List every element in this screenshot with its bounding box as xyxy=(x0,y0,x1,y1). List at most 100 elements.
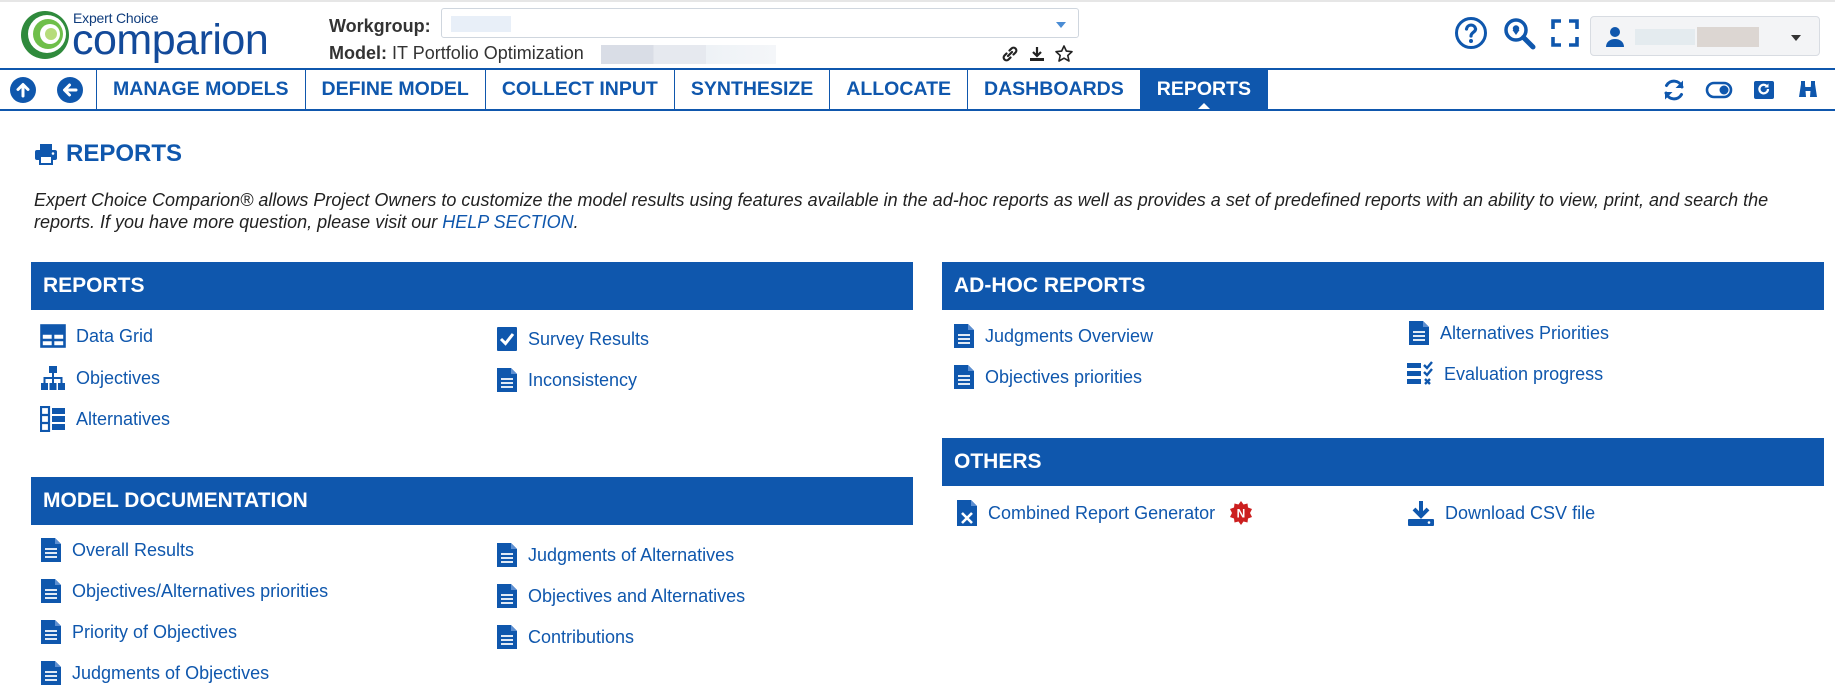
report-inconsistency-label: Inconsistency xyxy=(528,369,638,390)
model-doc-section-header: MODEL DOCUMENTATION xyxy=(31,477,913,525)
document-icon xyxy=(41,538,61,562)
doc-obj-and-alt[interactable]: Objectives and Alternatives xyxy=(496,583,745,609)
others-section-header: OTHERS xyxy=(942,438,1824,486)
reports-section-header: REPORTS xyxy=(31,262,913,310)
model-label-row: Model: IT Portfolio Optimization xyxy=(329,43,584,64)
comparion-logo[interactable]: Expert Choice comparion xyxy=(18,6,269,66)
document-icon xyxy=(41,620,61,644)
new-badge-icon: N xyxy=(1230,501,1253,525)
hierarchy-icon xyxy=(41,366,65,390)
binoculars-icon[interactable] xyxy=(1795,77,1821,103)
nav-tools xyxy=(1661,77,1821,103)
report-data-grid[interactable]: Data Grid xyxy=(40,324,153,348)
tab-synthesize[interactable]: SYNTHESIZE xyxy=(675,70,831,109)
document-icon xyxy=(954,324,974,348)
logo-wordmark: comparion xyxy=(72,16,269,64)
user-avatar-redacted xyxy=(1697,27,1759,47)
chevron-down-icon xyxy=(1791,35,1801,41)
report-survey-results-label: Survey Results xyxy=(528,328,650,349)
arrow-left-icon xyxy=(63,83,78,97)
help-section-link[interactable]: HELP SECTION xyxy=(442,212,573,232)
user-menu[interactable] xyxy=(1590,16,1820,56)
report-objectives-label: Objectives xyxy=(76,367,161,388)
intro-end: . xyxy=(573,212,579,232)
report-inconsistency[interactable]: Inconsistency xyxy=(496,367,637,393)
doc-obj-alt-priorities[interactable]: Objectives/Alternatives priorities xyxy=(40,578,328,604)
workgroup-value-redacted xyxy=(451,16,511,32)
tab-allocate[interactable]: ALLOCATE xyxy=(830,70,968,109)
screen-refresh-icon[interactable] xyxy=(1751,77,1777,103)
fullscreen-icon[interactable] xyxy=(1550,18,1580,48)
doc-judgments-objectives[interactable]: Judgments of Objectives xyxy=(40,660,269,686)
page-title-text: REPORTS xyxy=(66,140,183,167)
tab-reports[interactable]: REPORTS xyxy=(1140,70,1269,109)
document-icon xyxy=(41,661,61,685)
tab-dashboards[interactable]: DASHBOARDS xyxy=(968,70,1141,109)
adhoc-section-header: AD-HOC REPORTS xyxy=(942,262,1824,310)
help-icon[interactable] xyxy=(1454,16,1488,50)
workgroup-label: Workgroup: xyxy=(329,16,431,36)
doc-priority-objectives[interactable]: Priority of Objectives xyxy=(40,619,237,645)
logo-ring-icon xyxy=(21,11,69,59)
search-location-icon[interactable] xyxy=(1502,16,1536,50)
document-icon xyxy=(497,584,517,608)
document-icon xyxy=(954,365,974,389)
doc-overall-results[interactable]: Overall Results xyxy=(40,537,194,563)
doc-obj-alt-priorities-label: Objectives/Alternatives priorities xyxy=(72,580,329,601)
header-tools xyxy=(1454,16,1580,50)
doc-judgments-objectives-label: Judgments of Objectives xyxy=(72,662,270,683)
model-extra-redacted xyxy=(601,45,776,64)
others-download-csv-label: Download CSV file xyxy=(1445,502,1596,523)
excel-document-icon xyxy=(957,500,977,526)
adhoc-objectives-priorities[interactable]: Objectives priorities xyxy=(953,364,1142,390)
adhoc-alternatives-priorities-label: Alternatives Priorities xyxy=(1440,322,1610,343)
print-icon xyxy=(35,144,57,165)
nav-back-button[interactable] xyxy=(57,77,83,103)
document-icon xyxy=(497,543,517,567)
doc-priority-objectives-label: Priority of Objectives xyxy=(72,621,238,642)
tab-collect-input[interactable]: COLLECT INPUT xyxy=(486,70,675,109)
star-icon[interactable] xyxy=(1054,44,1074,64)
report-alternatives[interactable]: Alternatives xyxy=(40,406,170,432)
doc-obj-and-alt-label: Objectives and Alternatives xyxy=(528,585,746,606)
document-icon xyxy=(1409,321,1429,345)
model-name: IT Portfolio Optimization xyxy=(392,43,584,63)
grid-icon xyxy=(40,324,66,348)
link-icon[interactable] xyxy=(1000,44,1020,64)
top-header: Expert Choice comparion Workgroup: Model… xyxy=(0,0,1835,68)
toggle-icon[interactable] xyxy=(1705,77,1733,103)
others-download-csv[interactable]: Download CSV file xyxy=(1407,499,1595,527)
report-objectives[interactable]: Objectives xyxy=(40,365,160,391)
document-icon xyxy=(497,625,517,649)
report-survey-results[interactable]: Survey Results xyxy=(496,326,649,352)
doc-contributions[interactable]: Contributions xyxy=(496,624,634,650)
adhoc-evaluation-progress[interactable]: Evaluation progress xyxy=(1406,361,1603,387)
doc-judgments-alternatives[interactable]: Judgments of Alternatives xyxy=(496,542,734,568)
nav-tabs: MANAGE MODELS DEFINE MODEL COLLECT INPUT… xyxy=(96,70,1269,109)
tab-define-model[interactable]: DEFINE MODEL xyxy=(306,70,486,109)
workgroup-select[interactable] xyxy=(441,8,1079,38)
adhoc-evaluation-progress-label: Evaluation progress xyxy=(1444,363,1604,384)
chevron-down-icon xyxy=(1056,22,1066,28)
doc-overall-results-label: Overall Results xyxy=(72,539,195,560)
refresh-icon[interactable] xyxy=(1661,77,1687,103)
adhoc-judgments-overview[interactable]: Judgments Overview xyxy=(953,323,1153,349)
document-icon xyxy=(41,579,61,603)
page-title: REPORTS xyxy=(34,140,182,168)
main-nav: MANAGE MODELS DEFINE MODEL COLLECT INPUT… xyxy=(0,68,1835,111)
arrow-up-icon xyxy=(16,83,30,98)
intro-body: Expert Choice Comparion® allows Project … xyxy=(34,190,1769,232)
adhoc-objectives-priorities-label: Objectives priorities xyxy=(985,366,1143,387)
tab-manage-models[interactable]: MANAGE MODELS xyxy=(96,70,306,109)
adhoc-judgments-overview-label: Judgments Overview xyxy=(985,325,1154,346)
user-name-redacted xyxy=(1635,29,1695,45)
download-icon[interactable] xyxy=(1028,45,1046,63)
doc-judgments-alternatives-label: Judgments of Alternatives xyxy=(528,544,735,565)
checkbox-document-icon xyxy=(497,327,517,351)
model-actions xyxy=(1000,42,1074,66)
model-label: Model: xyxy=(329,43,387,63)
adhoc-alternatives-priorities[interactable]: Alternatives Priorities xyxy=(1408,320,1609,346)
report-data-grid-label: Data Grid xyxy=(76,325,154,346)
others-combined-report-generator[interactable]: Combined Report Generator N xyxy=(956,499,1253,527)
nav-up-button[interactable] xyxy=(10,77,36,103)
